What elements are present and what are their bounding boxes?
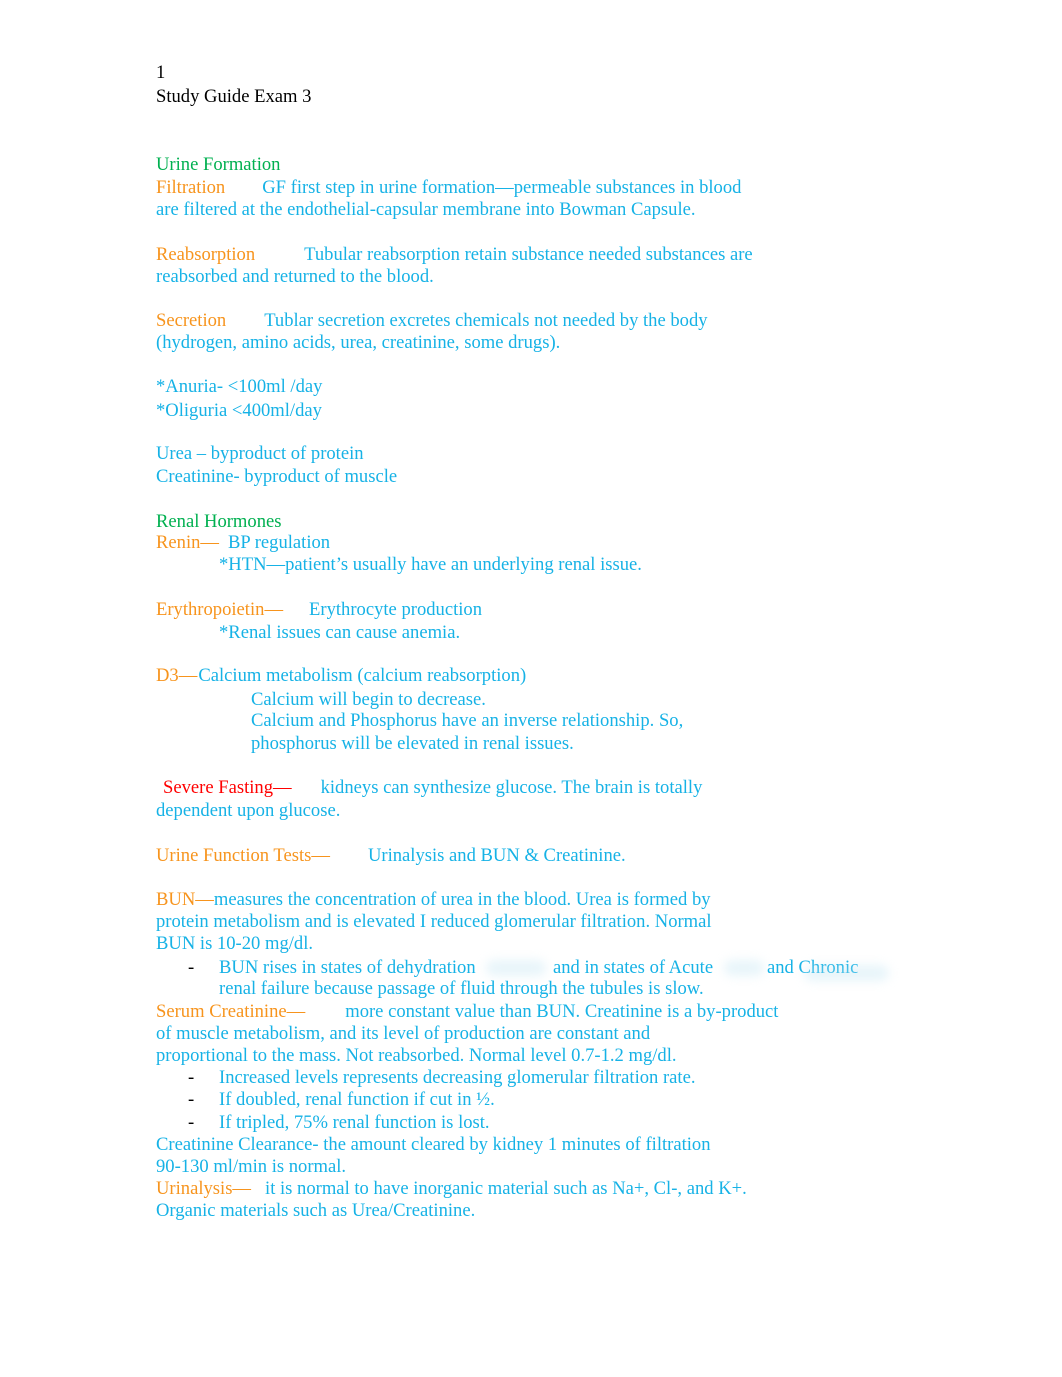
bun-bullet-text-2: renal failure because passage of fluid t…: [219, 978, 704, 999]
creatinine-bullet-text: Increased levels represents decreasing g…: [219, 1067, 696, 1088]
renin-line: Renin— BP regulation: [156, 532, 330, 554]
secretion-line: Secretion Tublar secretion excretes chemi…: [156, 310, 708, 332]
function-tests-text: Urinalysis and BUN & Creatinine.: [367, 845, 626, 866]
bullet-marker: -: [188, 1112, 195, 1133]
clearance-text: Creatinine Clearance- the amount cleared…: [156, 1134, 711, 1155]
term-urine-function-tests: Urine Function Tests—: [156, 845, 330, 866]
filtration-line: Filtration GF first step in urine formati…: [156, 177, 741, 199]
serum-creatinine-text-2: of muscle metabolism, and its level of p…: [156, 1023, 651, 1044]
erythropoietin-line: Erythropoietin— Erythrocyte production: [156, 599, 482, 621]
redacted-region: [804, 965, 889, 981]
bun-text-3: BUN is 10-20 mg/dl.: [156, 933, 314, 954]
bun-text: measures the concentration of urea in th…: [213, 889, 711, 910]
serum-creatinine-line: Serum Creatinine— more constant value tha…: [156, 1001, 778, 1023]
bun-text-2: protein metabolism and is elevated I red…: [156, 911, 712, 932]
term-severe-fasting: Severe Fasting—: [163, 777, 292, 798]
serum-creatinine-text-3: proportional to the mass. Not reabsorbed…: [156, 1045, 677, 1066]
fasting-line: Severe Fasting— kidneys can synthesize gl…: [163, 777, 702, 799]
term-d3: D3—: [156, 665, 198, 686]
function-tests-line: Urine Function Tests— Urinalysis and BUN …: [156, 845, 626, 867]
creatinine-note: Creatinine- byproduct of muscle: [156, 466, 398, 487]
urinalysis-text-2: Organic materials such as Urea/Creatinin…: [156, 1200, 476, 1221]
reabsorption-text: Tubular reabsorption retain substance ne…: [304, 244, 753, 265]
page-number: 1: [156, 62, 166, 83]
anuria-note: *Anuria- <100ml /day: [156, 376, 323, 397]
bun-bullet-text-a: BUN rises in states of dehydration: [219, 957, 476, 978]
bullet-marker: -: [188, 1067, 195, 1088]
creatinine-bullet-text: If tripled, 75% renal function is lost.: [219, 1112, 490, 1133]
d3-line: D3—Calcium metabolism (calcium reabsorpt…: [156, 665, 526, 687]
term-reabsorption: Reabsorption: [156, 244, 256, 265]
reabsorption-text-2: reabsorbed and returned to the blood.: [156, 266, 434, 287]
term-secretion: Secretion: [156, 310, 227, 331]
urinalysis-line: Urinalysis— it is normal to have inorgani…: [156, 1178, 747, 1200]
heading-urine-formation: Urine Formation: [156, 154, 281, 175]
document-title: Study Guide Exam 3: [156, 86, 312, 107]
term-bun: BUN—: [156, 889, 214, 910]
oliguria-note: *Oliguria <400ml/day: [156, 400, 322, 421]
redacted-region: [724, 960, 764, 976]
d3-text: Calcium metabolism (calcium reabsorption…: [198, 665, 527, 686]
term-filtration: Filtration: [156, 177, 226, 198]
bun-line: BUN—measures the concentration of urea i…: [156, 889, 711, 911]
term-urinalysis: Urinalysis—: [156, 1178, 252, 1199]
fasting-text: kidneys can synthesize glucose. The brai…: [320, 777, 703, 798]
filtration-text-2: are filtered at the endothelial-capsular…: [156, 199, 696, 220]
clearance-text-2: 90-130 ml/min is normal.: [156, 1156, 347, 1177]
fasting-text-2: dependent upon glucose.: [156, 800, 341, 821]
reabsorption-line: Reabsorption Tubular reabsorption retain …: [156, 244, 753, 266]
d3-note-2: Calcium and Phosphorus have an inverse r…: [251, 710, 684, 731]
bullet-marker: -: [188, 1089, 195, 1110]
term-renin: Renin—: [156, 532, 220, 553]
creatinine-bullet-text: If doubled, renal function if cut in ½.: [219, 1089, 495, 1110]
renin-text: BP regulation: [228, 532, 331, 553]
term-erythropoietin: Erythropoietin—: [156, 599, 284, 620]
redacted-region: [486, 960, 546, 976]
heading-renal-hormones: Renal Hormones: [156, 511, 282, 532]
erythropoietin-note: *Renal issues can cause anemia.: [219, 622, 461, 643]
urinalysis-text: it is normal to have inorganic material …: [265, 1178, 747, 1199]
d3-note-3: phosphorus will be elevated in renal iss…: [251, 733, 574, 754]
bullet-marker: -: [188, 957, 195, 978]
erythropoietin-text: Erythrocyte production: [309, 599, 483, 620]
serum-creatinine-text: more constant value than BUN. Creatinine…: [345, 1001, 779, 1022]
term-serum-creatinine: Serum Creatinine—: [156, 1001, 306, 1022]
renin-note: *HTN—patient’s usually have an underlyin…: [219, 554, 642, 575]
d3-note-1: Calcium will begin to decrease.: [251, 689, 486, 710]
urea-note: Urea – byproduct of protein: [156, 443, 364, 464]
secretion-text-2: (hydrogen, amino acids, urea, creatinine…: [156, 332, 561, 353]
secretion-text: Tublar secretion excretes chemicals not …: [264, 310, 708, 331]
filtration-text: GF first step in urine formation—permeab…: [262, 177, 742, 198]
bun-bullet-text-b: and in states of Acute: [553, 957, 714, 978]
